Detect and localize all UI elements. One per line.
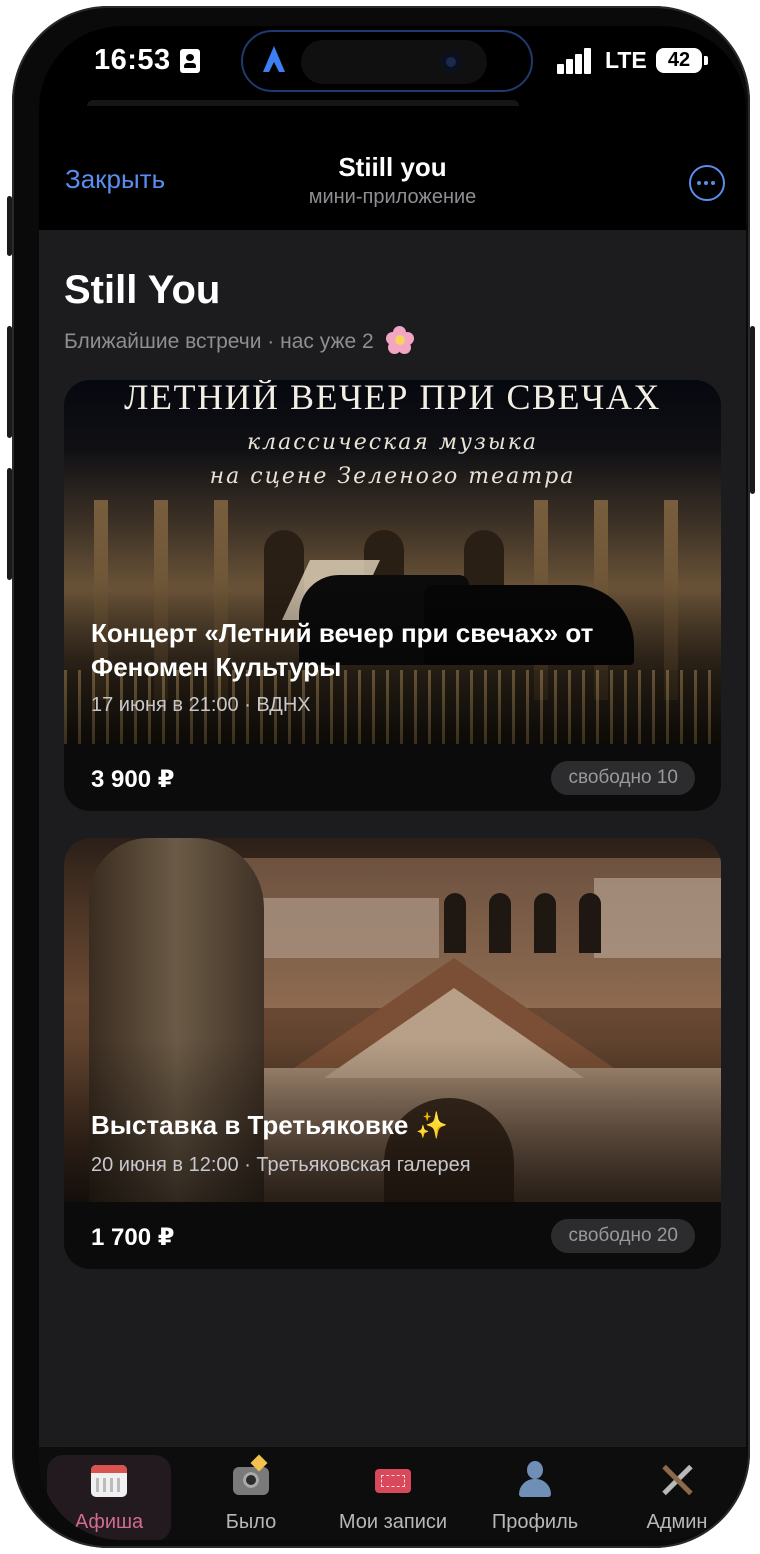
event-image-subline: классическая музыка — [246, 430, 539, 455]
navigation-arrow-icon — [263, 46, 285, 72]
mini-app-title: Stiill you — [338, 152, 447, 182]
tab-profile[interactable]: Профиль — [473, 1455, 597, 1540]
tab-my-bookings[interactable]: Мои записи — [331, 1455, 455, 1540]
tab-label: Админ — [646, 1511, 708, 1533]
event-image — [64, 838, 721, 1202]
more-options-icon[interactable] — [689, 165, 725, 201]
user-silhouette-icon — [517, 1461, 553, 1497]
action-button — [7, 196, 12, 256]
page-subtitle: Ближайшие встречи · нас уже 2 — [64, 326, 414, 354]
page-subtitle-text: Ближайшие встречи · нас уже 2 — [64, 330, 374, 353]
tab-label: Было — [225, 1511, 277, 1533]
cherry-blossom-icon — [385, 326, 414, 354]
event-title: Выставка в Третьяковке ✨ — [91, 1110, 448, 1140]
screen: 16:53 LTE 42 Закрыть Stiill you мини-при… — [39, 26, 746, 1540]
availability-badge: свободно 10 — [551, 761, 695, 795]
event-meta: 17 июня в 21:00 · ВДНХ — [91, 694, 311, 716]
volume-up-button — [7, 326, 12, 438]
tab-label: Мои записи — [338, 1511, 448, 1533]
event-title: Концерт «Летний вечер при свечах» от Фен… — [91, 618, 594, 682]
mini-app-subtitle: мини-приложение — [308, 186, 477, 208]
tab-label: Профиль — [491, 1511, 579, 1533]
battery-tip — [704, 56, 708, 65]
event-meta: 20 июня в 12:00 · Третьяковская галерея — [91, 1154, 471, 1176]
status-bar: 16:53 LTE 42 — [39, 26, 746, 106]
page-title: Still You — [64, 268, 221, 312]
battery-icon: 42 — [656, 48, 702, 73]
ticket-icon — [375, 1469, 411, 1493]
event-image-subline: на сцене Зеленого театра — [209, 464, 576, 489]
tab-bylo[interactable]: Было — [189, 1455, 313, 1540]
event-price: 3 900 ₽ — [91, 766, 175, 793]
calendar-icon — [91, 1465, 127, 1497]
event-card[interactable]: ЛЕТНИЙ ВЕЧЕР ПРИ СВЕЧАХ классическая муз… — [64, 380, 721, 811]
network-type: LTE — [605, 47, 647, 73]
contact-card-icon — [180, 49, 200, 73]
tools-icon — [659, 1461, 695, 1497]
volume-down-button — [7, 468, 12, 580]
power-button — [750, 326, 755, 494]
dynamic-island — [241, 30, 533, 92]
front-camera-icon — [441, 52, 461, 72]
tab-afisha[interactable]: Афиша — [47, 1455, 171, 1540]
status-time: 16:53 — [94, 44, 171, 76]
tab-label: Афиша — [74, 1511, 144, 1533]
tab-admin[interactable]: Админ — [615, 1455, 739, 1540]
tab-bar: Афиша Было Мои записи Профиль Админ — [39, 1446, 746, 1540]
battery-level: 42 — [667, 49, 691, 71]
signal-strength-icon — [557, 48, 593, 74]
camera-flash-icon — [233, 1467, 269, 1495]
phone-frame: 16:53 LTE 42 Закрыть Stiill you мини-при… — [7, 6, 755, 1548]
event-card[interactable]: Выставка в Третьяковке ✨ 20 июня в 12:00… — [64, 838, 721, 1269]
event-image: ЛЕТНИЙ ВЕЧЕР ПРИ СВЕЧАХ классическая муз… — [64, 380, 721, 744]
event-price: 1 700 ₽ — [91, 1224, 175, 1251]
availability-badge: свободно 20 — [551, 1219, 695, 1253]
event-image-headline: ЛЕТНИЙ ВЕЧЕР ПРИ СВЕЧАХ — [124, 380, 661, 417]
